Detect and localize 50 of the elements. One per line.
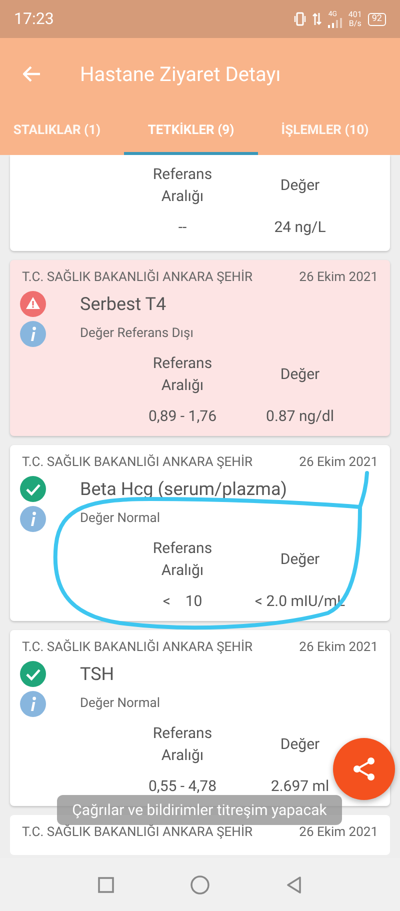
reference-range: 0,55 - 4,78 <box>148 776 217 797</box>
data-arrows-icon <box>312 12 322 26</box>
test-card[interactable]: Referans Aralığı Değer -- 24 ng/L <box>10 155 390 251</box>
page-title: Hastane Ziyaret Detayı <box>80 61 281 88</box>
reference-range: < 10 <box>162 591 202 612</box>
test-value: 2.697 ml <box>270 776 330 797</box>
back-icon[interactable] <box>286 876 302 894</box>
range-label: Referans Aralığı <box>152 723 214 766</box>
test-name: Serbest T4 <box>80 292 166 316</box>
check-icon <box>20 476 46 502</box>
reference-range: 0,89 - 1,76 <box>148 406 217 427</box>
hospital-name: T.C. SAĞLIK BAKANLIĞI ANKARA ŞEHİR <box>22 823 252 842</box>
network-speed: 401 <box>348 10 362 19</box>
info-icon <box>20 321 46 347</box>
value-label: Değer <box>280 548 320 570</box>
test-card[interactable]: T.C. SAĞLIK BAKANLIĞI ANKARA ŞEHİR 26 Ekim 2021 Serbest T4 Değer Referans Dışı Referans Aralığı Değer 0,89 - 1,76 0.87 ng/dl <box>10 260 390 436</box>
warning-icon <box>20 291 46 317</box>
result-status: Değer Normal <box>80 695 160 714</box>
back-arrow-icon <box>23 66 41 82</box>
network-speed-unit: B/s <box>348 19 362 28</box>
range-label: Referans Aralığı <box>152 164 214 207</box>
result-status: Değer Normal <box>80 510 160 528</box>
test-value: 24 ng/L <box>274 217 326 238</box>
hospital-name: T.C. SAĞLIK BAKANLIĞI ANKARA ŞEHİR <box>22 453 252 472</box>
share-icon <box>351 756 377 782</box>
test-date: 26 Ekim 2021 <box>299 454 378 472</box>
vibrate-icon <box>294 12 306 26</box>
hospital-name: T.C. SAĞLIK BAKANLIĞI ANKARA ŞEHİR <box>22 638 252 658</box>
test-date: 26 Ekim 2021 <box>299 824 378 842</box>
test-name: TSH <box>80 662 114 686</box>
info-icon <box>20 691 46 717</box>
info-icon <box>20 506 46 532</box>
check-icon <box>20 661 46 687</box>
result-status: Değer Referans Dışı <box>80 325 194 344</box>
battery-level: 92 <box>368 12 386 26</box>
value-label: Değer <box>280 734 320 755</box>
value-label: Değer <box>280 364 320 385</box>
toast-message: Çağrılar ve bildirimler titreşim yapacak <box>57 795 342 825</box>
status-time: 17:23 <box>14 8 54 30</box>
test-date: 26 Ekim 2021 <box>299 269 378 288</box>
range-label: Referans Aralığı <box>152 353 214 396</box>
signal-icon <box>328 18 342 28</box>
test-date: 26 Ekim 2021 <box>299 639 378 658</box>
value-label: Değer <box>280 174 320 196</box>
hospital-name: T.C. SAĞLIK BAKANLIĞI ANKARA ŞEHİR <box>22 268 252 288</box>
reference-range: -- <box>178 217 187 238</box>
range-label: Referans Aralığı <box>152 538 214 581</box>
test-value: 0.87 ng/dl <box>266 406 334 427</box>
recents-icon[interactable] <box>98 876 114 892</box>
home-icon[interactable] <box>190 874 210 894</box>
